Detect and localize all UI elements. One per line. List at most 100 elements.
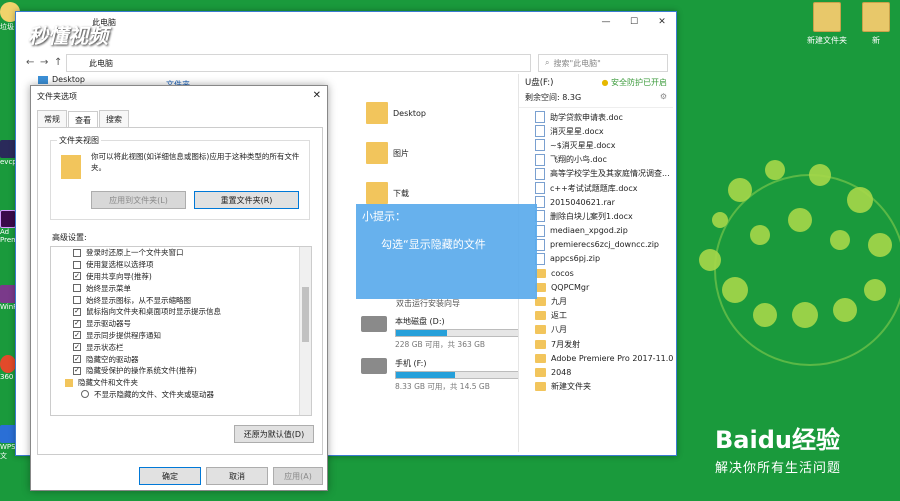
lightbulb-illustration — [699, 160, 900, 366]
scroll-thumb[interactable] — [302, 287, 309, 342]
option-label: 始终显示图标，从不显示缩略图 — [86, 295, 191, 305]
usb-list-item[interactable]: mediaen_xpgod.zip — [519, 224, 673, 238]
checkbox[interactable] — [73, 284, 81, 293]
folder-view-group: 文件夹视图 你可以将此视图(如详细信息或图标)应用于这种类型的所有文件夹。 应用… — [50, 135, 310, 220]
usb-list-item[interactable]: appcs6pj.zip — [519, 252, 673, 266]
tab-panel: 文件夹视图 你可以将此视图(如详细信息或图标)应用于这种类型的所有文件夹。 应用… — [37, 127, 323, 455]
minimize-button[interactable]: — — [592, 12, 620, 32]
usb-list-item[interactable]: 飞翔的小鸟.doc — [519, 153, 673, 167]
up-arrow-icon[interactable]: ↑ — [54, 57, 62, 68]
tip-title: 小提示： — [362, 210, 406, 223]
group-description: 你可以将此视图(如详细信息或图标)应用于这种类型的所有文件夹。 — [91, 152, 300, 172]
install-item[interactable]: 双击运行安装向导 — [396, 298, 460, 309]
restore-defaults-button[interactable]: 还原为默认值(D) — [234, 425, 314, 443]
forward-arrow-icon[interactable]: → — [40, 57, 48, 68]
usb-list-item[interactable]: Adobe Premiere Pro 2017-11.0 — [519, 351, 673, 365]
tab-search[interactable]: 搜索 — [99, 110, 129, 128]
option-row[interactable]: ✓ 隐藏受保护的操作系统文件(推荐) — [51, 365, 311, 377]
cancel-button[interactable]: 取消 — [206, 467, 268, 485]
usb-list-item[interactable]: premierecs6zcj_downcc.zip — [519, 238, 673, 252]
option-row[interactable]: ✓ 使用共享向导(推荐) — [51, 271, 311, 283]
usb-list-item[interactable]: ~$消灭星星.docx — [519, 138, 673, 152]
back-arrow-icon[interactable]: ← — [26, 57, 34, 68]
file-icon — [535, 125, 545, 138]
drive-item-f[interactable]: 手机 (F:) 8.33 GB 可用，共 14.5 GB — [361, 358, 535, 392]
folder-item-downloads[interactable]: 下载 — [366, 182, 409, 204]
advanced-settings-list[interactable]: 登录时还原上一个文件夹窗口 使用复选框以选择项 ✓ 使用共享向导(推荐) 始终显示菜单始… — [50, 246, 312, 416]
desktop-icon-label: WPS文 — [0, 443, 16, 460]
option-row[interactable]: 登录时还原上一个文件夹窗口 — [51, 247, 311, 259]
option-row[interactable]: 使用复选框以选择项 — [51, 259, 311, 271]
option-row[interactable]: ✓ 显示同步提供程序通知 — [51, 330, 311, 342]
option-label: 使用共享向导(推荐) — [86, 271, 152, 281]
gear-icon[interactable]: ⚙ — [660, 92, 667, 103]
scrollbar[interactable] — [299, 247, 311, 415]
usb-list-item[interactable]: cocos — [519, 266, 673, 280]
usb-list-item[interactable]: 7月发射 — [519, 337, 673, 351]
checkbox[interactable]: ✓ — [73, 366, 81, 375]
usb-list-item[interactable]: 2015040621.rar — [519, 195, 673, 209]
winrar-icon — [0, 285, 16, 303]
checkbox[interactable]: ✓ — [73, 355, 81, 364]
checkbox[interactable] — [73, 296, 81, 305]
checkbox[interactable]: ✓ — [73, 319, 81, 328]
watermark-logo: 秒懂视频 — [28, 24, 108, 48]
maximize-button[interactable]: ☐ — [620, 12, 648, 32]
folder-item-desktop[interactable]: Desktop — [366, 102, 426, 124]
usb-list-item[interactable]: c++考试试题题库.docx — [519, 181, 673, 195]
drive-usage-bar — [395, 329, 535, 337]
folder-icon — [862, 2, 890, 32]
baidu-slogan: 解决你所有生活问题 — [715, 461, 842, 476]
drive-name: 手机 (F:) — [395, 359, 427, 368]
checkbox[interactable] — [73, 260, 81, 269]
option-row[interactable]: ✓ 显示驱动器号 — [51, 318, 311, 330]
usb-list-item[interactable]: 八月 — [519, 323, 673, 337]
search-input[interactable]: ⌕ 搜索"此电脑" — [538, 54, 668, 72]
checkbox[interactable] — [73, 248, 81, 257]
desktop-icon-label: 垃圾 — [0, 23, 14, 31]
usb-list-item[interactable]: 消灭星星.docx — [519, 124, 673, 138]
option-label: 隐藏受保护的操作系统文件(推荐) — [86, 366, 197, 376]
checkbox[interactable]: ✓ — [73, 343, 81, 352]
close-icon[interactable]: ✕ — [313, 90, 321, 101]
option-row[interactable]: 始终显示图标，从不显示缩略图 — [51, 294, 311, 306]
reset-folders-button[interactable]: 重置文件夹(R) — [194, 191, 299, 209]
nav-item-desktop[interactable]: Desktop — [38, 75, 85, 84]
apply-to-folders-button[interactable]: 应用到文件夹(L) — [91, 191, 186, 209]
usb-list-item[interactable]: 新建文件夹 — [519, 380, 673, 394]
folder-icon — [535, 339, 546, 349]
option-row[interactable]: 隐藏文件和文件夹 — [51, 377, 311, 389]
checkbox[interactable]: ✓ — [73, 307, 81, 316]
option-row[interactable]: ✓ 隐藏空的驱动器 — [51, 353, 311, 365]
premiere-icon — [0, 210, 16, 228]
option-row[interactable]: ✓ 显示状态栏 — [51, 341, 311, 353]
usb-list-item[interactable]: 九月 — [519, 294, 673, 308]
address-bar[interactable]: 此电脑 — [66, 54, 531, 72]
tab-general[interactable]: 常规 — [37, 110, 67, 128]
usb-list-item[interactable]: 删除白块儿案列1.docx — [519, 209, 673, 223]
radio-button[interactable] — [81, 390, 89, 399]
apply-button[interactable]: 应用(A) — [273, 467, 323, 485]
desktop-icon-label: 新建文件夹 — [807, 36, 847, 45]
close-button[interactable]: ✕ — [648, 12, 676, 32]
shield-icon: ● — [601, 77, 609, 87]
item-name: 助学贷款申请表.doc — [550, 112, 623, 122]
ok-button[interactable]: 确定 — [139, 467, 201, 485]
usb-list-item[interactable]: 助学贷款申请表.doc — [519, 110, 673, 124]
option-row[interactable]: ✓ 鼠标指向文件夹和桌面项时显示提示信息 — [51, 306, 311, 318]
folder-item-pictures[interactable]: 图片 — [366, 142, 409, 164]
usb-list-item[interactable]: QQPCMgr — [519, 280, 673, 294]
usb-list-item[interactable]: 高等学校学生及其家庭情况调查... — [519, 167, 673, 181]
checkbox[interactable]: ✓ — [73, 272, 81, 281]
usb-list-item[interactable]: 2048 — [519, 365, 673, 379]
option-label: 显示状态栏 — [86, 342, 124, 352]
item-name: 九月 — [551, 297, 567, 307]
desktop-icon-new[interactable]: 新 — [846, 2, 900, 46]
option-row[interactable]: 不显示隐藏的文件、文件夹或驱动器 — [51, 389, 311, 401]
checkbox[interactable]: ✓ — [73, 331, 81, 340]
drive-item-d[interactable]: 本地磁盘 (D:) 228 GB 可用，共 363 GB — [361, 316, 535, 350]
file-icon — [535, 153, 545, 166]
option-row[interactable]: 始终显示菜单 — [51, 282, 311, 294]
usb-list-item[interactable]: 返工 — [519, 309, 673, 323]
tip-text: 勾选“显示隐藏的文件 — [381, 238, 486, 251]
